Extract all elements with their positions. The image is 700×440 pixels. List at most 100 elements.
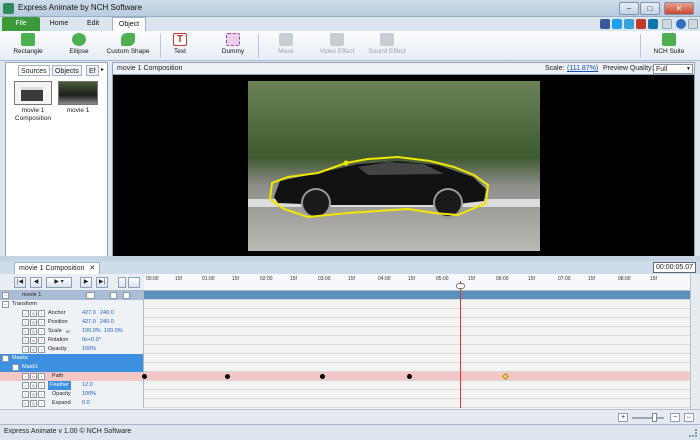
property-value[interactable]: 0x+0.0° [82, 336, 101, 345]
movie-thumbnail[interactable] [58, 81, 98, 105]
next-keyframe-icon[interactable]: › [38, 319, 45, 326]
step-forward-button[interactable]: ▶ [80, 277, 92, 288]
tab-sources[interactable]: Sources [18, 65, 50, 76]
zoom-fit-icon[interactable]: ↔ [684, 413, 694, 422]
layer-row[interactable]: − movie 1 [0, 291, 690, 300]
tab-timeline-composition[interactable]: movie 1 Composition ✕ [14, 262, 101, 274]
time-ruler[interactable]: 00:00 15f 01:00 15f 02:00 15f 03:00 15f … [144, 274, 690, 291]
playhead-handle[interactable] [456, 283, 465, 289]
property-value[interactable]: 100% [82, 390, 96, 399]
step-back-button[interactable]: ◀ [30, 277, 42, 288]
property-row-expand[interactable]: ‹ ◇ › Expand 0.0 [0, 399, 690, 408]
keyframe-toggle-icon[interactable] [118, 277, 126, 288]
ribbon-options-icon[interactable] [688, 19, 698, 29]
add-keyframe-icon[interactable]: ◇ [30, 391, 37, 398]
property-row-scale[interactable]: ‹ ◇ › Scale ∞ 100.0% 100.0% [0, 327, 690, 336]
close-icon[interactable]: ✕ [89, 265, 95, 272]
help-icon[interactable] [676, 19, 686, 29]
youtube-icon[interactable] [636, 19, 646, 29]
add-keyframe-icon[interactable]: ◇ [30, 346, 37, 353]
keyframe-marker[interactable] [320, 374, 325, 379]
tab-edit[interactable]: Edit [78, 17, 108, 31]
collapse-toggle-icon[interactable]: − [2, 301, 9, 308]
twitter-icon[interactable] [612, 19, 622, 29]
add-keyframe-icon[interactable]: ◇ [30, 400, 37, 407]
linkedin-icon[interactable] [648, 19, 658, 29]
keyframe-marker-selected[interactable] [501, 372, 510, 381]
collapse-toggle-icon[interactable]: − [2, 292, 9, 299]
zoom-in-icon[interactable]: + [618, 413, 628, 422]
property-value[interactable]: 100% [82, 345, 96, 354]
chevron-down-icon[interactable] [662, 19, 672, 29]
prev-keyframe-icon[interactable]: ‹ [22, 337, 29, 344]
property-row-anchor[interactable]: ‹ ◇ › Anchor 427.0 240.0 [0, 309, 690, 318]
prev-keyframe-icon[interactable]: ‹ [22, 328, 29, 335]
mask-button[interactable]: Mask [272, 33, 300, 55]
preview-quality-select[interactable]: Full ▼ [653, 64, 693, 74]
resize-grip-icon[interactable] [689, 429, 697, 437]
tab-objects[interactable]: Objects [52, 65, 82, 76]
prev-keyframe-icon[interactable]: ‹ [22, 310, 29, 317]
property-value[interactable]: 100.0% [82, 327, 101, 336]
transform-row[interactable]: − Transform [0, 300, 690, 309]
collapse-toggle-icon[interactable]: − [12, 364, 19, 371]
property-row-position[interactable]: ‹ ◇ › Position 427.0 240.0 [0, 318, 690, 327]
scale-value[interactable]: (111.87%) [567, 65, 598, 72]
ellipse-button[interactable]: Ellipse [64, 33, 94, 55]
share-icon[interactable] [624, 19, 634, 29]
prev-keyframe-icon[interactable]: ‹ [22, 400, 29, 407]
add-keyframe-icon[interactable]: ◇ [30, 319, 37, 326]
sound-effect-button[interactable]: Sound Effect [366, 33, 408, 55]
collapse-toggle-icon[interactable]: − [2, 355, 9, 362]
close-button[interactable]: ✕ [664, 2, 694, 15]
property-value[interactable]: 240.0 [100, 318, 114, 327]
property-value[interactable]: 12.0 [82, 381, 93, 390]
keyframe-marker[interactable] [225, 374, 230, 379]
prev-keyframe-icon[interactable]: ‹ [22, 391, 29, 398]
custom-shape-button[interactable]: Custom Shape [104, 33, 152, 55]
next-keyframe-icon[interactable]: › [38, 400, 45, 407]
maximize-button[interactable]: □ [640, 2, 660, 15]
zoom-out-icon[interactable]: − [670, 413, 680, 422]
mask1-row[interactable]: − Mask1 [0, 363, 690, 372]
property-value[interactable]: 0.0 [82, 399, 90, 408]
prev-keyframe-icon[interactable]: ‹ [22, 373, 29, 380]
go-to-end-button[interactable]: ▶| [96, 277, 108, 288]
property-row-feather[interactable]: ‹ ◇ › Feather 12.0 [0, 381, 690, 390]
keyframe-marker[interactable] [407, 374, 412, 379]
next-keyframe-icon[interactable]: › [38, 373, 45, 380]
audio-icon[interactable] [110, 292, 117, 299]
prev-keyframe-icon[interactable]: ‹ [22, 319, 29, 326]
prev-keyframe-icon[interactable]: ‹ [22, 382, 29, 389]
vertical-scrollbar[interactable] [690, 274, 700, 409]
go-to-start-button[interactable]: |◀ [14, 277, 26, 288]
tab-effects[interactable]: Ef [86, 65, 99, 76]
rectangle-button[interactable]: Rectangle [10, 33, 46, 55]
mask-vertex-handle[interactable] [343, 160, 349, 166]
nch-suite-button[interactable]: NCH Suite [652, 33, 686, 55]
next-keyframe-icon[interactable]: › [38, 328, 45, 335]
property-row-mask-opacity[interactable]: ‹ ◇ › Opacity 100% [0, 390, 690, 399]
add-keyframe-icon[interactable]: ◇ [30, 373, 37, 380]
video-effect-button[interactable]: Video Effect [316, 33, 358, 55]
property-row-path[interactable]: ‹ ◇ › Path [0, 372, 690, 381]
composition-thumbnail[interactable] [14, 81, 52, 105]
next-keyframe-icon[interactable]: › [38, 346, 45, 353]
tab-object[interactable]: Object [112, 17, 146, 31]
source-item-movie[interactable]: movie 1 [58, 107, 98, 114]
property-value[interactable]: 100.0% [104, 327, 123, 336]
text-button[interactable]: T Text [168, 33, 192, 55]
lock-icon[interactable] [123, 292, 130, 299]
property-value[interactable]: 240.0 [100, 309, 114, 318]
minimize-button[interactable]: – [619, 2, 639, 15]
zoom-slider-thumb[interactable] [652, 413, 657, 422]
prev-keyframe-icon[interactable]: ‹ [22, 346, 29, 353]
graph-view-icon[interactable] [128, 277, 140, 288]
visibility-icon[interactable] [86, 292, 95, 299]
zoom-slider[interactable] [632, 417, 664, 419]
playhead[interactable] [460, 281, 461, 408]
masks-row[interactable]: − Masks [0, 354, 690, 363]
property-row-opacity[interactable]: ‹ ◇ › Opacity 100% [0, 345, 690, 354]
property-value[interactable]: 427.0 [82, 318, 96, 327]
next-keyframe-icon[interactable]: › [38, 382, 45, 389]
